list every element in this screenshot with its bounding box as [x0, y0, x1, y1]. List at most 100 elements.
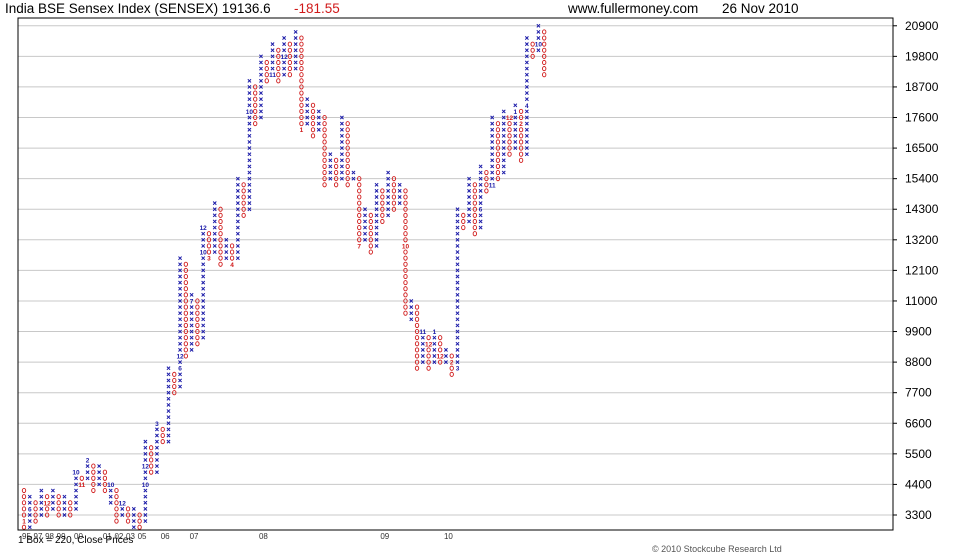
- x-box: [513, 103, 518, 108]
- o-box: [287, 66, 293, 72]
- x-box: [166, 366, 171, 371]
- month-marker: 11: [269, 72, 276, 79]
- o-box: [542, 72, 547, 78]
- x-box: [524, 60, 529, 65]
- o-box: [403, 231, 408, 237]
- x-box: [490, 152, 495, 157]
- x-column: [501, 109, 506, 175]
- x-box: [524, 133, 529, 138]
- y-tick-label: 6600: [905, 416, 932, 430]
- o-box: [276, 72, 281, 78]
- x-box: [235, 201, 240, 206]
- o-box: [403, 280, 408, 286]
- x-box: [455, 286, 460, 291]
- o-column: [241, 182, 246, 218]
- x-box: [143, 439, 148, 444]
- x-box: [97, 476, 102, 481]
- x-column: 6: [27, 494, 32, 530]
- x-box: [50, 488, 55, 493]
- o-box: [253, 90, 258, 96]
- month-marker: 4: [230, 262, 234, 269]
- x-box: [201, 274, 206, 279]
- x-box: [501, 170, 506, 175]
- x-box: [374, 231, 379, 236]
- x-box: [524, 36, 529, 40]
- x-box: [455, 354, 460, 358]
- x-box: [143, 445, 148, 450]
- x-box: [247, 152, 252, 157]
- x-column: [39, 488, 44, 517]
- x-box: [189, 335, 194, 340]
- x-box: [513, 140, 518, 144]
- x-box: [316, 109, 321, 114]
- o-box: [322, 121, 327, 127]
- o-column: 12: [425, 335, 433, 371]
- x-column: 10: [107, 482, 115, 505]
- o-column: [461, 212, 466, 231]
- x-box: [305, 103, 310, 108]
- o-box: [183, 341, 188, 347]
- o-box: [253, 102, 258, 108]
- o-box: [33, 500, 38, 506]
- x-box: [282, 48, 287, 53]
- x-box: [293, 66, 298, 71]
- y-tick-label: 19800: [905, 49, 939, 63]
- o-box: [507, 121, 512, 127]
- x-box: [154, 439, 159, 444]
- x-box: [247, 121, 252, 126]
- x-column: 10 12: [200, 225, 207, 340]
- x-box: [143, 470, 148, 475]
- o-box: [414, 322, 420, 328]
- o-box: [310, 133, 316, 139]
- x-box: [293, 42, 298, 47]
- o-box: [345, 157, 350, 163]
- o-box: [229, 255, 235, 261]
- x-box: [409, 317, 414, 322]
- x-box: [455, 311, 460, 316]
- x-box: [178, 372, 183, 377]
- x-box: [235, 256, 240, 261]
- o-box: [403, 261, 408, 267]
- o-box: [68, 506, 73, 512]
- o-box: [322, 182, 327, 188]
- month-marker: 7: [190, 298, 194, 305]
- x-box: [455, 274, 460, 279]
- o-box: [345, 163, 350, 169]
- o-box: [495, 121, 501, 127]
- o-column: 10: [402, 188, 409, 316]
- x-box: [293, 60, 298, 65]
- o-box: [33, 518, 38, 524]
- x-box: [432, 335, 437, 340]
- o-column: [218, 206, 223, 267]
- x-box: [178, 347, 183, 352]
- x-box: [247, 78, 252, 83]
- o-box: [218, 261, 223, 267]
- x-box: [50, 500, 55, 505]
- o-box: [114, 487, 119, 494]
- o-column: [172, 371, 177, 396]
- x-box: [374, 219, 379, 224]
- o-box: [299, 35, 304, 41]
- x-box: [374, 225, 379, 230]
- o-box: [472, 218, 477, 225]
- month-marker: 10: [535, 42, 543, 49]
- x-box: [178, 256, 183, 261]
- x-box: [189, 305, 194, 310]
- o-box: [56, 500, 61, 506]
- o-box: [391, 200, 397, 206]
- x-column: [397, 182, 402, 206]
- x-box: [490, 127, 495, 132]
- o-box: [183, 292, 188, 298]
- o-column: 1: [299, 35, 304, 134]
- x-box: [201, 335, 206, 340]
- x-box: [247, 91, 252, 96]
- o-box: [33, 506, 38, 512]
- x-box: [212, 243, 217, 248]
- o-box: [380, 218, 385, 225]
- o-box: [299, 47, 304, 53]
- x-column: [443, 347, 448, 365]
- x-box: [282, 72, 287, 77]
- o-column: [183, 261, 188, 359]
- x-box: [270, 48, 275, 53]
- month-marker: 10: [142, 482, 150, 489]
